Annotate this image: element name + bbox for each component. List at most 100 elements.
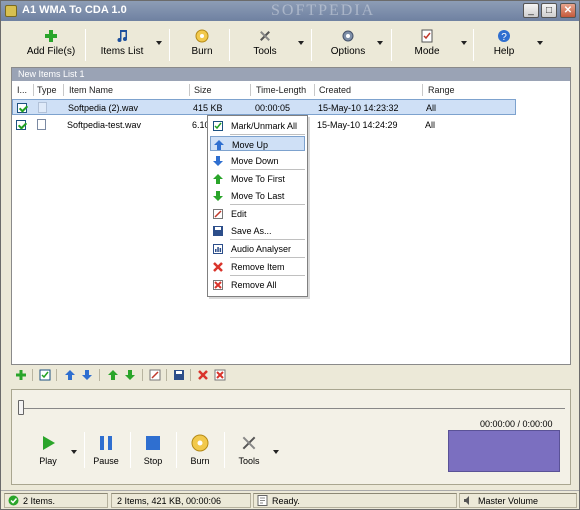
row-checkbox[interactable] xyxy=(16,120,26,130)
save-icon xyxy=(213,226,223,236)
row-size: 415 KB xyxy=(193,103,223,113)
arrow-down-icon xyxy=(213,156,223,166)
table-row[interactable]: Softpedia (2).wav 415 KB 00:00:05 15-May… xyxy=(12,99,516,115)
music-note-icon xyxy=(117,30,127,42)
stop-button[interactable]: Stop xyxy=(140,434,166,466)
menu-item-remove-all[interactable]: Remove All xyxy=(210,277,305,292)
tools-dropdown-arrow[interactable] xyxy=(298,41,304,45)
remove-all-icon[interactable] xyxy=(214,369,226,381)
seek-track[interactable] xyxy=(20,408,565,409)
row-checkbox[interactable] xyxy=(17,103,27,113)
menu-item-move-down[interactable]: Move Down xyxy=(210,153,305,168)
svg-text:?: ? xyxy=(501,32,507,43)
arrow-down-green-icon[interactable] xyxy=(124,369,136,381)
column-header-item-name[interactable]: Item Name xyxy=(69,85,113,95)
status-summary-panel: 2 Items, 421 KB, 00:00:06 xyxy=(111,493,251,508)
burn-button[interactable]: Burn xyxy=(185,25,219,65)
tools-button-player[interactable]: Tools xyxy=(234,434,264,466)
column-divider[interactable] xyxy=(189,84,190,96)
arrow-up-green-icon[interactable] xyxy=(107,369,119,381)
tools-icon xyxy=(242,436,256,450)
column-divider[interactable] xyxy=(33,84,34,96)
app-window: A1 WMA To CDA 1.0 SOFTPEDIA _ □ ✕ Add Fi… xyxy=(0,0,580,510)
player-separator xyxy=(130,432,131,468)
window-title: A1 WMA To CDA 1.0 xyxy=(22,4,127,16)
mode-button[interactable]: Mode xyxy=(409,25,445,65)
menu-item-audio-analyser[interactable]: Audio Analyser xyxy=(210,241,305,256)
player-separator xyxy=(84,432,85,468)
column-header-time-length[interactable]: Time-Length xyxy=(256,85,306,95)
arrow-down-green-icon xyxy=(213,191,223,201)
burn-button-player[interactable]: Burn xyxy=(186,434,214,466)
minimize-button[interactable]: _ xyxy=(523,3,539,18)
row-time-length: 00:00:05 xyxy=(255,103,291,113)
title-bar[interactable]: A1 WMA To CDA 1.0 SOFTPEDIA _ □ ✕ xyxy=(1,1,579,21)
remove-icon[interactable] xyxy=(197,369,209,381)
column-header-range[interactable]: Range xyxy=(428,85,455,95)
menu-item-label: Remove All xyxy=(231,280,277,290)
options-button[interactable]: Options xyxy=(325,25,371,65)
arrow-up-icon[interactable] xyxy=(64,369,76,381)
watermark: SOFTPEDIA xyxy=(271,2,376,19)
column-header-type[interactable]: Type xyxy=(37,85,57,95)
add-icon[interactable] xyxy=(15,369,27,381)
play-button[interactable]: Play xyxy=(34,434,62,466)
column-divider[interactable] xyxy=(63,84,64,96)
row-item-name: Softpedia (2).wav xyxy=(68,103,139,113)
options-dropdown-arrow[interactable] xyxy=(377,41,383,45)
menu-item-move-to-first[interactable]: Move To First xyxy=(210,171,305,186)
column-header-created[interactable]: Created xyxy=(319,85,351,95)
column-header-size[interactable]: Size xyxy=(194,85,212,95)
menu-item-move-up[interactable]: Move Up xyxy=(210,136,305,151)
items-list-button[interactable]: Items List xyxy=(95,25,149,65)
column-divider[interactable] xyxy=(314,84,315,96)
column-divider[interactable] xyxy=(250,84,251,96)
menu-item-move-to-last[interactable]: Move To Last xyxy=(210,188,305,203)
master-volume-panel[interactable]: Master Volume xyxy=(459,493,577,508)
toolbar-separator xyxy=(32,369,33,381)
pause-button[interactable]: Pause xyxy=(92,434,120,466)
remove-all-icon xyxy=(213,280,223,290)
menu-item-save-as[interactable]: Save As... xyxy=(210,223,305,238)
add-files-button[interactable]: Add File(s) xyxy=(23,25,79,65)
help-button[interactable]: ? Help xyxy=(489,25,519,65)
checkmark-icon[interactable] xyxy=(39,369,51,381)
column-header-index[interactable]: I... xyxy=(17,85,27,95)
seek-slider-thumb[interactable] xyxy=(18,400,24,415)
analyser-icon xyxy=(213,244,223,254)
status-items: 2 Items. xyxy=(23,496,56,506)
menu-item-label: Move To Last xyxy=(231,191,285,201)
mode-dropdown-arrow[interactable] xyxy=(461,41,467,45)
add-files-label: Add File(s) xyxy=(26,46,76,57)
arrow-down-icon[interactable] xyxy=(81,369,93,381)
row-range: All xyxy=(425,120,436,130)
column-divider[interactable] xyxy=(422,84,423,96)
items-list-dropdown-arrow[interactable] xyxy=(156,41,162,45)
mode-label: Mode xyxy=(414,46,440,57)
time-display: 00:00:00 / 0:00:00 xyxy=(480,419,553,429)
help-label: Help xyxy=(493,46,515,57)
stop-label: Stop xyxy=(143,456,163,466)
close-button[interactable]: ✕ xyxy=(560,3,576,18)
menu-item-mark-unmark-all[interactable]: Mark/Unmark All xyxy=(210,118,305,133)
menu-separator xyxy=(230,169,305,170)
help-dropdown-arrow[interactable] xyxy=(537,41,543,45)
arrow-up-green-icon xyxy=(213,174,223,184)
status-bar: 2 Items. 2 Items, 421 KB, 00:00:06 Ready… xyxy=(1,490,579,509)
tools-button[interactable]: Tools xyxy=(247,25,283,65)
menu-item-edit[interactable]: Edit xyxy=(210,206,305,221)
pause-icon xyxy=(100,436,112,450)
cd-icon xyxy=(191,434,209,452)
menu-item-remove-item[interactable]: Remove Item xyxy=(210,259,305,274)
arrow-up-icon xyxy=(214,140,224,150)
save-icon[interactable] xyxy=(173,369,185,381)
tools-dropdown-arrow-player[interactable] xyxy=(273,450,279,454)
status-state: Ready. xyxy=(272,496,300,506)
maximize-button[interactable]: □ xyxy=(541,3,557,18)
edit-icon[interactable] xyxy=(149,369,161,381)
document-icon xyxy=(257,495,268,506)
row-item-name: Softpedia-test.wav xyxy=(67,120,142,130)
list-toolbar xyxy=(13,367,233,383)
master-volume-label: Master Volume xyxy=(478,496,539,506)
play-dropdown-arrow[interactable] xyxy=(71,450,77,454)
